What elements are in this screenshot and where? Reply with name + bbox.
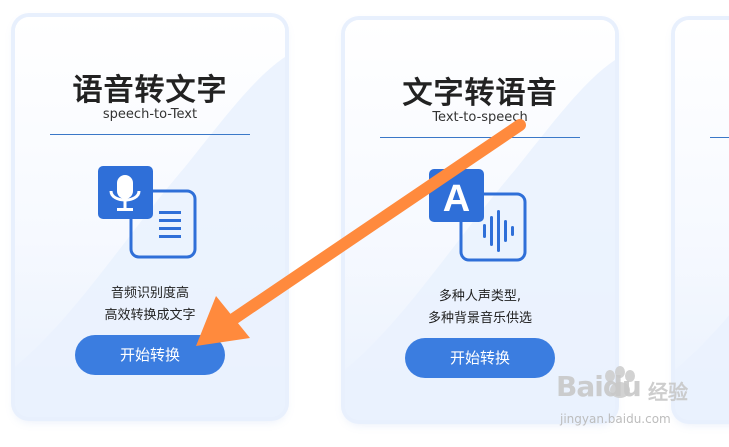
card-title: 语音转文字: [72, 73, 228, 108]
desc-line-1: 音频识别度高: [110, 286, 189, 301]
svg-text:A: A: [443, 178, 470, 220]
microphone-to-document-icon: [98, 166, 197, 259]
card-speech-to-text: 语音转文字 speech-to-Text 音频识别度高 高效转换成文字 开始转换: [15, 17, 285, 417]
watermark: Baidu 经验 jingyan.baidu.com: [556, 366, 706, 428]
watermark-url: jingyan.baidu.com: [560, 412, 671, 426]
desc-line-1: 多种人声类型,: [438, 289, 522, 304]
text-to-audio-icon: A: [429, 169, 527, 262]
watermark-brand-suffix: 经验: [648, 380, 688, 404]
start-convert-button[interactable]: 开始转换: [75, 335, 225, 375]
card-partial: [675, 20, 729, 420]
card-text-to-speech: 文字转语音 Text-to-speech A 多种人声类型, 多种背景音乐供选 …: [345, 20, 615, 420]
card-subtitle: Text-to-speech: [432, 110, 528, 125]
card-divider: [710, 137, 729, 138]
desc-line-2: 高效转换成文字: [104, 308, 196, 323]
card-description: 多种人声类型, 多种背景音乐供选: [345, 286, 615, 330]
card-title: 文字转语音: [402, 76, 558, 111]
desc-line-2: 多种背景音乐供选: [427, 311, 532, 326]
card-description: 音频识别度高 高效转换成文字: [15, 283, 285, 327]
watermark-brand: Baidu: [556, 370, 642, 403]
start-convert-button[interactable]: 开始转换: [405, 338, 555, 378]
converter-page: 语音转文字 speech-to-Text 音频识别度高 高效转换成文字 开始转换: [0, 0, 729, 447]
card-subtitle: speech-to-Text: [102, 107, 198, 122]
card-divider: [50, 134, 250, 135]
card-background-wave: [675, 315, 729, 420]
card-divider: [380, 137, 580, 138]
